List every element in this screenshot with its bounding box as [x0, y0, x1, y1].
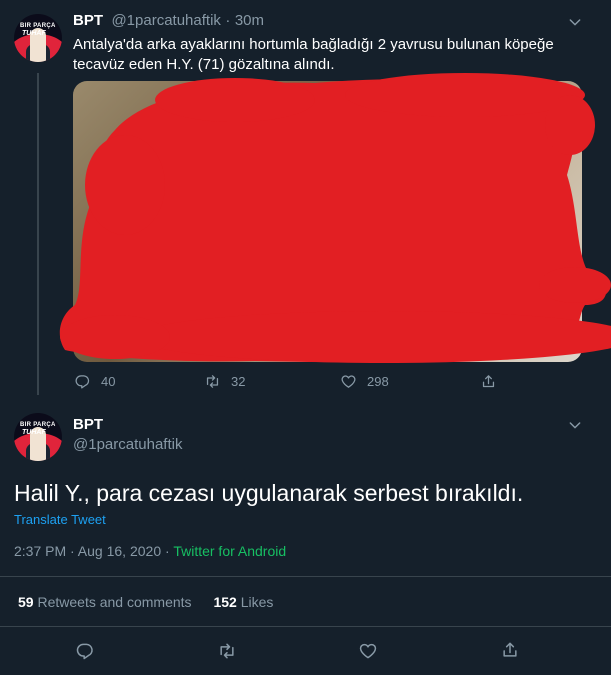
display-name[interactable]: BPT	[73, 416, 103, 433]
reply-icon	[76, 643, 93, 660]
retweet-label: Retweets and comments	[37, 594, 192, 610]
avatar-text: BIR PARÇA	[20, 23, 56, 29]
thread-connector-line	[37, 73, 39, 395]
divider	[0, 576, 611, 577]
share-icon	[482, 375, 495, 388]
separator-dot: ·	[225, 12, 231, 29]
retweet-button[interactable]: 32	[204, 373, 245, 390]
likes-stat[interactable]: 152 Likes	[213, 594, 273, 610]
chevron-down-icon[interactable]	[567, 417, 583, 433]
reply-icon	[75, 375, 90, 389]
avatar-text: BIR PARÇA	[20, 422, 56, 428]
avatar[interactable]: BIR PARÇA TUHAF	[14, 413, 62, 461]
retweets-stat[interactable]: 59 Retweets and comments	[18, 594, 195, 610]
tweet-timestamp-row: 2:37 PM · Aug 16, 2020 · Twitter for And…	[14, 543, 286, 559]
tweet-main-text: Halil Y., para cezası uygulanarak serbes…	[14, 480, 524, 506]
stats-row: 59 Retweets and comments 152 Likes	[18, 594, 273, 610]
like-label: Likes	[240, 594, 274, 610]
redaction-scribble	[59, 73, 611, 363]
like-count: 152	[213, 594, 237, 610]
user-handle[interactable]: @1parcatuhaftik	[73, 436, 182, 453]
display-name[interactable]: BPT	[73, 12, 103, 29]
avatar[interactable]: BIR PARÇA TUHAF	[14, 14, 62, 62]
avatar-text-2: TUHAF	[22, 30, 46, 37]
tweet-time[interactable]: 30m	[235, 12, 264, 29]
separator-dot: ·	[161, 543, 174, 559]
retweet-count: 59	[18, 594, 34, 610]
avatar-text-2: TUHAF	[22, 429, 46, 436]
share-button[interactable]	[500, 640, 520, 665]
like-icon	[359, 643, 377, 659]
retweet-count: 32	[231, 374, 246, 389]
share-icon	[503, 642, 517, 657]
retweet-button[interactable]	[217, 641, 237, 666]
user-handle[interactable]: @1parcatuhaftik	[111, 12, 220, 29]
chevron-down-icon[interactable]	[567, 14, 583, 30]
like-count: 298	[367, 374, 389, 389]
reply-count: 40	[101, 374, 116, 389]
like-icon	[341, 375, 356, 388]
tweet-timestamp[interactable]: 2:37 PM · Aug 16, 2020	[14, 543, 161, 559]
share-button[interactable]	[480, 373, 497, 390]
retweet-icon	[206, 375, 219, 388]
tweet-header: BPT @1parcatuhaftik · 30m	[73, 12, 264, 30]
like-button[interactable]	[358, 641, 378, 666]
translate-tweet-link[interactable]: Translate Tweet	[14, 512, 106, 527]
reply-button[interactable]	[75, 641, 95, 666]
retweet-icon	[220, 643, 234, 659]
tweet-text-line-1: Antalya'da arka ayaklarını hortumla bağl…	[73, 36, 554, 53]
divider	[0, 626, 611, 627]
like-button[interactable]: 298	[340, 373, 389, 390]
tweet-source-link[interactable]: Twitter for Android	[173, 543, 286, 559]
reply-button[interactable]: 40	[74, 373, 115, 390]
